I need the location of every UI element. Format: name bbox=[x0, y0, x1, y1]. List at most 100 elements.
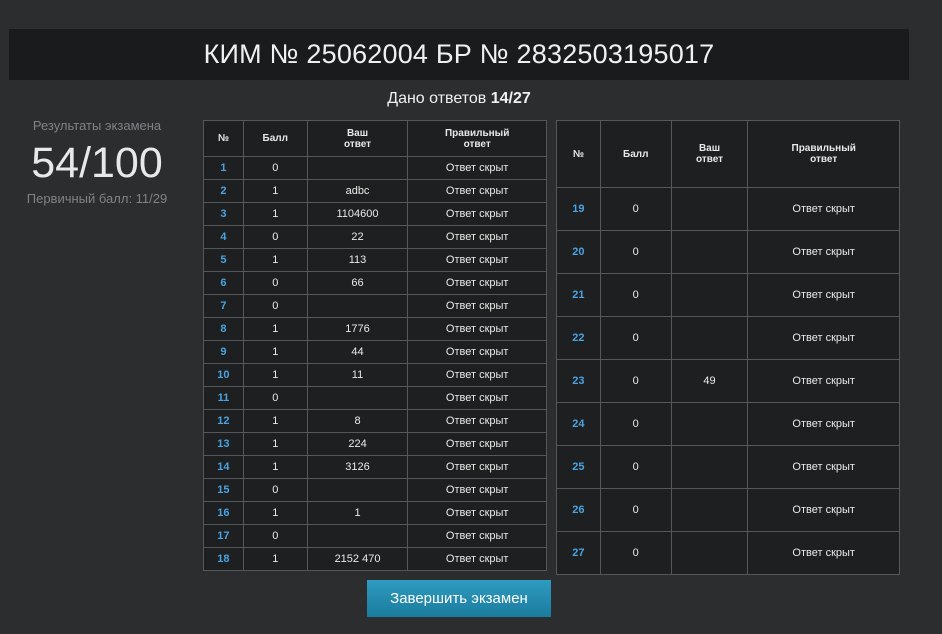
task-number-link[interactable]: 21 bbox=[556, 273, 601, 317]
table-row: 26 0 Ответ скрыт bbox=[556, 488, 900, 532]
task-number-link[interactable]: 7 bbox=[203, 294, 244, 318]
task-number-link[interactable]: 25 bbox=[556, 445, 601, 489]
correct-answer-cell: Ответ скрыт bbox=[407, 340, 547, 364]
task-number-link[interactable]: 12 bbox=[203, 409, 244, 433]
table-row: 1 0 Ответ скрыт bbox=[203, 156, 547, 180]
score-cell: 0 bbox=[242, 225, 308, 249]
results-table-right: № Балл Ваш ответ Правильный ответ 19 0 Ответ… bbox=[556, 120, 900, 575]
your-answer-cell: 3126 bbox=[306, 455, 409, 479]
score-cell: 1 bbox=[242, 409, 308, 433]
score-cell: 1 bbox=[242, 179, 308, 203]
your-answer-cell bbox=[670, 445, 749, 489]
task-number-link[interactable]: 15 bbox=[203, 478, 244, 502]
task-number-link[interactable]: 6 bbox=[203, 271, 244, 295]
score-cell: 0 bbox=[599, 187, 672, 231]
score-cell: 0 bbox=[599, 230, 672, 274]
finish-exam-button[interactable]: Завершить экзамен bbox=[367, 580, 551, 617]
task-number-link[interactable]: 17 bbox=[203, 524, 244, 548]
your-answer-cell bbox=[670, 187, 749, 231]
score-cell: 0 bbox=[242, 478, 308, 502]
table-row: 9 1 44 Ответ скрыт bbox=[203, 340, 547, 364]
score-cell: 0 bbox=[242, 386, 308, 410]
table-row: 5 1 113 Ответ скрыт bbox=[203, 248, 547, 272]
task-number-link[interactable]: 2 bbox=[203, 179, 244, 203]
your-answer-cell: adbc bbox=[306, 179, 409, 203]
task-number-link[interactable]: 13 bbox=[203, 432, 244, 456]
task-number-link[interactable]: 10 bbox=[203, 363, 244, 387]
your-answer-cell bbox=[670, 273, 749, 317]
your-answer-cell: 66 bbox=[306, 271, 409, 295]
score-cell: 1 bbox=[242, 248, 308, 272]
col-correct-answer-header: Правильный ответ bbox=[747, 120, 900, 188]
score-cell: 0 bbox=[599, 359, 672, 403]
table-row: 12 1 8 Ответ скрыт bbox=[203, 409, 547, 433]
table-row: 11 0 Ответ скрыт bbox=[203, 386, 547, 410]
task-number-link[interactable]: 23 bbox=[556, 359, 601, 403]
correct-answer-cell: Ответ скрыт bbox=[407, 317, 547, 341]
your-answer-cell: 1 bbox=[306, 501, 409, 525]
correct-answer-cell: Ответ скрыт bbox=[407, 248, 547, 272]
task-number-link[interactable]: 20 bbox=[556, 230, 601, 274]
task-number-link[interactable]: 4 bbox=[203, 225, 244, 249]
task-number-link[interactable]: 3 bbox=[203, 202, 244, 226]
your-answer-cell bbox=[306, 478, 409, 502]
correct-answer-cell: Ответ скрыт bbox=[407, 478, 547, 502]
page-title: КИМ № 25062004 БР № 2832503195017 bbox=[9, 29, 909, 80]
correct-answer-cell: Ответ скрыт bbox=[747, 445, 900, 489]
correct-answer-cell: Ответ скрыт bbox=[407, 386, 547, 410]
score-cell: 0 bbox=[599, 273, 672, 317]
correct-answer-cell: Ответ скрыт bbox=[407, 271, 547, 295]
table-row: 2 1 adbc Ответ скрыт bbox=[203, 179, 547, 203]
task-number-link[interactable]: 24 bbox=[556, 402, 601, 446]
task-number-link[interactable]: 16 bbox=[203, 501, 244, 525]
table-header-row: № Балл Ваш ответ Правильный ответ bbox=[556, 120, 900, 188]
score-cell: 0 bbox=[599, 402, 672, 446]
table-row: 10 1 11 Ответ скрыт bbox=[203, 363, 547, 387]
results-label: Результаты экзамена bbox=[32, 118, 162, 133]
your-answer-cell bbox=[670, 316, 749, 360]
table-row: 22 0 Ответ скрыт bbox=[556, 316, 900, 360]
col-score-header: Балл bbox=[599, 120, 672, 188]
correct-answer-cell: Ответ скрыт bbox=[747, 402, 900, 446]
task-number-link[interactable]: 18 bbox=[203, 547, 244, 571]
correct-answer-cell: Ответ скрыт bbox=[407, 455, 547, 479]
table-row: 20 0 Ответ скрыт bbox=[556, 230, 900, 274]
score-cell: 0 bbox=[599, 488, 672, 532]
task-number-link[interactable]: 11 bbox=[203, 386, 244, 410]
your-answer-cell: 113 bbox=[306, 248, 409, 272]
table-row: 23 0 49 Ответ скрыт bbox=[556, 359, 900, 403]
table-row: 14 1 3126 Ответ скрыт bbox=[203, 455, 547, 479]
col-correct-answer-header: Правильный ответ bbox=[407, 120, 547, 157]
task-number-link[interactable]: 19 bbox=[556, 187, 601, 231]
task-number-link[interactable]: 27 bbox=[556, 531, 601, 575]
correct-answer-cell: Ответ скрыт bbox=[407, 547, 547, 571]
task-number-link[interactable]: 5 bbox=[203, 248, 244, 272]
your-answer-cell: 49 bbox=[670, 359, 749, 403]
task-number-link[interactable]: 1 bbox=[203, 156, 244, 180]
correct-answer-cell: Ответ скрыт bbox=[747, 187, 900, 231]
correct-answer-cell: Ответ скрыт bbox=[407, 202, 547, 226]
col-score-header: Балл bbox=[242, 120, 308, 157]
task-number-link[interactable]: 9 bbox=[203, 340, 244, 364]
task-number-link[interactable]: 8 bbox=[203, 317, 244, 341]
your-answer-cell: 11 bbox=[306, 363, 409, 387]
score-cell: 0 bbox=[599, 445, 672, 489]
table-header-row: № Балл Ваш ответ Правильный ответ bbox=[203, 120, 547, 157]
task-number-link[interactable]: 26 bbox=[556, 488, 601, 532]
correct-answer-cell: Ответ скрыт bbox=[407, 409, 547, 433]
task-number-link[interactable]: 14 bbox=[203, 455, 244, 479]
score-cell: 1 bbox=[242, 432, 308, 456]
correct-answer-cell: Ответ скрыт bbox=[407, 363, 547, 387]
total-score: 54/100 bbox=[31, 139, 163, 187]
task-number-link[interactable]: 22 bbox=[556, 316, 601, 360]
col-your-answer-header: Ваш ответ bbox=[670, 120, 749, 188]
answers-given-label: Дано ответов bbox=[387, 90, 487, 107]
your-answer-cell: 224 bbox=[306, 432, 409, 456]
your-answer-cell bbox=[306, 156, 409, 180]
correct-answer-cell: Ответ скрыт bbox=[407, 179, 547, 203]
score-cell: 1 bbox=[242, 317, 308, 341]
table-row: 8 1 1776 Ответ скрыт bbox=[203, 317, 547, 341]
score-cell: 1 bbox=[242, 501, 308, 525]
your-answer-cell bbox=[670, 402, 749, 446]
table-row: 25 0 Ответ скрыт bbox=[556, 445, 900, 489]
